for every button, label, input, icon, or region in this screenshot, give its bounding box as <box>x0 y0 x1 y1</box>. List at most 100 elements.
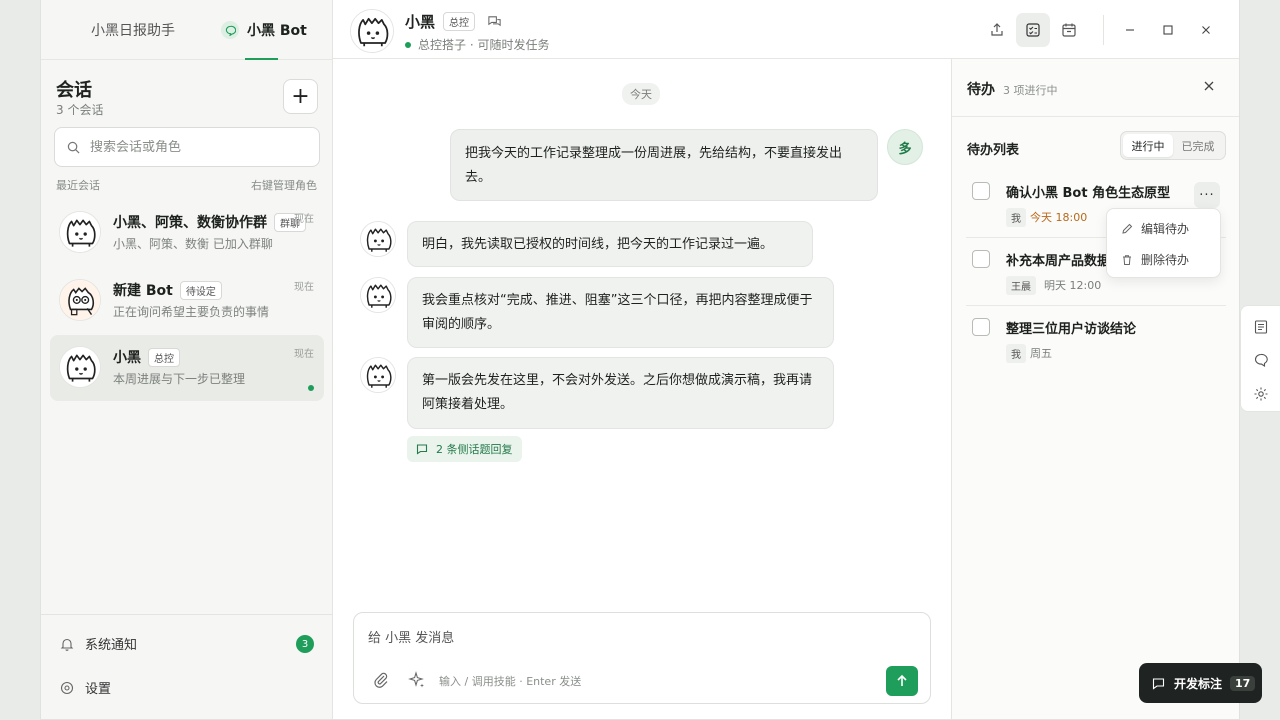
chat-status: 总控搭子 · 可随时发任务 <box>405 36 549 53</box>
todo-due: 今天 18:00 <box>1030 211 1088 224</box>
settings-label: 设置 <box>85 682 112 697</box>
tab-assistant[interactable]: 小黑日报助手 <box>91 0 175 60</box>
avatar <box>59 279 101 321</box>
conversation-time: 现在 <box>294 282 314 293</box>
conversation-time: 现在 <box>294 349 314 360</box>
todo-owner: 我 <box>1006 208 1026 227</box>
search-icon <box>67 141 80 154</box>
dev-annotation-button[interactable]: 开发标注 17 <box>1139 663 1262 703</box>
todo-checkbox[interactable] <box>972 250 990 268</box>
todo-title-text: 确认小黑 Bot 角色生态原型 <box>1006 186 1171 201</box>
close-icon <box>1202 79 1216 93</box>
sessions-title: 会话 <box>56 80 92 101</box>
checklist-icon <box>1025 22 1041 38</box>
send-button[interactable] <box>886 666 918 696</box>
conversation-item-group[interactable]: 小黑、阿策、数衡协作群 群聊 小黑、阿策、数衡 已加入群聊 现在 <box>50 200 324 266</box>
tab-bot[interactable]: 小黑 Bot <box>221 0 307 60</box>
todo-due: 周五 <box>1030 347 1052 360</box>
close-panel-button[interactable] <box>1202 79 1216 93</box>
recent-label: 最近会话 <box>56 179 100 192</box>
user-avatar: 多 <box>887 129 923 165</box>
composer-hint: 输入 / 调用技能 · Enter 发送 <box>439 675 582 688</box>
thread-replies-label: 2 条侧话题回复 <box>436 443 513 456</box>
app-window: 小黑日报助手 小黑 Bot 会话 3 个会话 + 最近会话 右键管理角色 小黑、… <box>40 0 1240 720</box>
conversation-preview: 小黑、阿策、数衡 已加入群聊 <box>113 237 273 251</box>
minimize-button[interactable] <box>1113 13 1147 47</box>
chat-header: 小黑 总控 总控搭子 · 可随时发任务 <box>333 0 1239 59</box>
delete-todo-menu-item[interactable]: 删除待办 <box>1121 251 1189 268</box>
bot-avatar <box>360 277 396 313</box>
bot-message: 第一版会先发在这里，不会对外发送。之后你想做成演示稿，我再请阿策接着处理。 <box>407 357 834 429</box>
message-input[interactable]: 给 小黑 发消息 <box>368 627 454 646</box>
todo-panel: 待办 3 项进行中 待办列表 进行中 已完成 确认小黑 Bot 角色生态原型 我… <box>951 59 1239 719</box>
paperclip-icon[interactable] <box>372 671 390 689</box>
thread-replies-button[interactable]: 2 条侧话题回复 <box>407 436 522 462</box>
todo-list-title: 待办列表 <box>967 143 1020 158</box>
notifications-label: 系统通知 <box>85 638 138 653</box>
gear-icon[interactable] <box>1253 386 1269 402</box>
active-tab-indicator <box>245 58 278 60</box>
user-message: 把我今天的工作记录整理成一份周进展，先给结构，不要直接发出去。 <box>450 129 878 201</box>
todo-count: 3 项进行中 <box>1003 84 1058 97</box>
sparkle-icon[interactable] <box>408 671 426 689</box>
chat-avatar[interactable] <box>350 9 394 53</box>
maximize-button[interactable] <box>1151 13 1185 47</box>
todo-checkbox[interactable] <box>972 318 990 336</box>
divider <box>952 116 1239 117</box>
chat-status-text: 总控搭子 · 可随时发任务 <box>418 38 550 52</box>
tab-completed[interactable]: 已完成 <box>1173 134 1223 157</box>
conversation-badge: 总控 <box>148 347 180 367</box>
conversation-icon[interactable] <box>487 14 502 29</box>
search-input[interactable] <box>90 139 290 155</box>
todo-item[interactable]: 整理三位用户访谈结论 我 周五 <box>964 318 1227 368</box>
chat-area: 小黑 总控 总控搭子 · 可随时发任务 今天 把我今天的工作记录整理成一份周进展… <box>333 0 1239 719</box>
todo-title-text: 整理三位用户访谈结论 <box>1006 322 1137 337</box>
notification-count-badge: 3 <box>296 635 314 653</box>
calendar-button[interactable] <box>1052 13 1086 47</box>
conversation-item-new-bot[interactable]: 新建 Bot 待设定 正在询问希望主要负责的事情 现在 <box>50 268 324 334</box>
minimize-icon <box>1124 24 1136 36</box>
share-button[interactable] <box>980 13 1014 47</box>
conversation-name: 新建 Bot 待设定 <box>113 280 222 300</box>
todo-title: 待办 <box>967 82 995 98</box>
tab-in-progress[interactable]: 进行中 <box>1123 134 1173 157</box>
avatar <box>59 346 101 388</box>
todo-toggle-button[interactable] <box>1016 13 1050 47</box>
todo-divider <box>966 305 1226 306</box>
todo-owner: 王晨 <box>1006 276 1036 295</box>
header-divider <box>1103 15 1104 45</box>
conversation-name: 小黑、阿策、数衡协作群 群聊 <box>113 212 306 232</box>
chat-bubble-icon[interactable] <box>1253 352 1269 368</box>
app-tabs: 小黑日报助手 小黑 Bot <box>41 0 333 60</box>
arrow-up-icon <box>895 674 909 688</box>
message-composer[interactable]: 给 小黑 发消息 输入 / 调用技能 · Enter 发送 <box>353 612 931 704</box>
todo-more-button[interactable]: ··· <box>1194 182 1220 208</box>
conversation-badge: 待设定 <box>179 280 222 300</box>
avatar <box>59 211 101 253</box>
bot-message: 明白，我先读取已授权的时间线，把今天的工作记录过一遍。 <box>407 221 813 267</box>
close-window-button[interactable] <box>1189 13 1223 47</box>
sidebar: 小黑日报助手 小黑 Bot 会话 3 个会话 + 最近会话 右键管理角色 小黑、… <box>41 0 333 719</box>
trash-icon <box>1121 254 1133 266</box>
document-icon[interactable] <box>1253 319 1269 335</box>
sessions-count: 3 个会话 <box>56 103 104 117</box>
edit-todo-menu-item[interactable]: 编辑待办 <box>1121 220 1189 237</box>
todo-checkbox[interactable] <box>972 182 990 200</box>
chat-name: 小黑 <box>405 13 436 31</box>
online-dot <box>308 385 314 391</box>
search-box <box>54 127 320 167</box>
new-conversation-button[interactable]: + <box>283 79 318 114</box>
maximize-icon <box>1162 24 1174 36</box>
todo-due: 明天 12:00 <box>1044 279 1102 292</box>
conversation-name: 小黑 总控 <box>113 347 180 367</box>
dev-annotation-count: 17 <box>1230 675 1256 691</box>
calendar-icon <box>1061 22 1077 38</box>
conversation-item-xiaohei[interactable]: 小黑 总控 本周进展与下一步已整理 现在 <box>50 335 324 401</box>
side-rail <box>1240 305 1280 412</box>
pencil-icon <box>1121 223 1133 235</box>
notifications-item[interactable]: 系统通知 <box>59 634 137 653</box>
settings-item[interactable]: 设置 <box>59 678 111 697</box>
bot-avatar <box>360 221 396 257</box>
comment-icon <box>1152 677 1165 690</box>
chat-title: 小黑 总控 <box>405 11 502 32</box>
